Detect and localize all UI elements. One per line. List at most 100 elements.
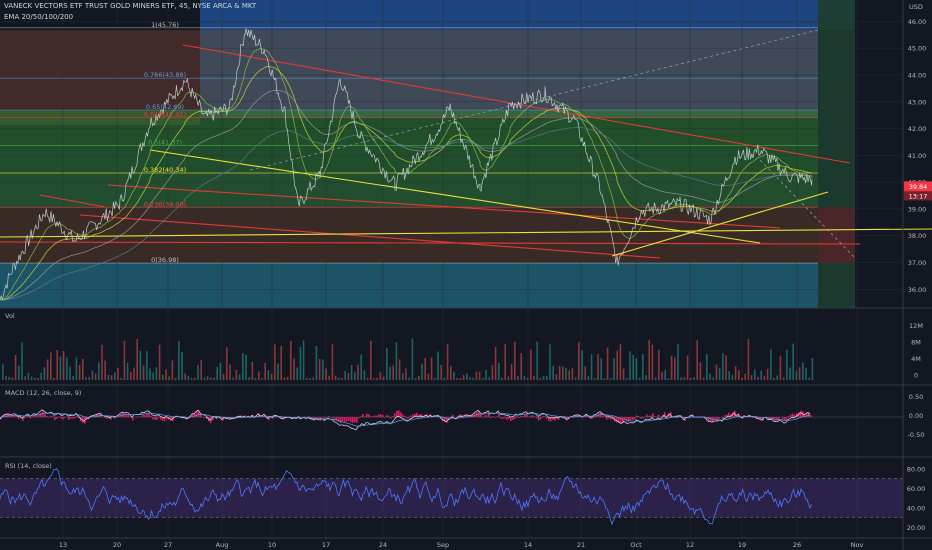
volume-bar (149, 368, 151, 380)
volume-bar (677, 343, 679, 380)
volume-bar (11, 377, 14, 380)
price-tick-label: 41.00 (908, 152, 927, 160)
volume-bar (418, 375, 420, 380)
volume-bar (98, 362, 100, 380)
fib-zone (0, 173, 818, 208)
volume-bar (411, 338, 414, 380)
x-tick-label: Oct (630, 541, 642, 549)
price-tick-label: 42.00 (908, 125, 927, 133)
volume-bar (232, 377, 234, 380)
volume-bar (261, 377, 263, 380)
vol-tick-label: 12M (909, 322, 923, 330)
volume-bar (462, 374, 465, 380)
volume-bar (37, 377, 39, 380)
price-tick-label: 39.00 (908, 205, 927, 213)
volume-bar (626, 377, 628, 380)
fib-zone (0, 117, 818, 146)
volume-bar (165, 369, 167, 380)
volume-bar (450, 366, 452, 380)
volume-bar (312, 377, 314, 380)
volume-bar (91, 370, 94, 380)
macd-histogram-bar (806, 412, 808, 418)
volume-bar (299, 346, 302, 380)
volume-bar (763, 375, 766, 380)
volume-bar (424, 358, 426, 380)
macd-histogram-bar (652, 413, 654, 418)
vol-pane-label[interactable]: Vol (5, 312, 15, 320)
chart-title: VANECK VECTORS ETF TRUST GOLD MINERS ETF… (4, 2, 257, 10)
right-red-zone (818, 207, 855, 263)
volume-bar (40, 372, 42, 380)
volume-bar (338, 377, 340, 380)
lower-teal-zone (0, 263, 818, 308)
volume-bar (683, 377, 686, 380)
volume-bar (194, 377, 196, 380)
volume-bar (574, 377, 577, 380)
volume-bar (562, 366, 564, 380)
volume-bar (379, 372, 382, 380)
chart-canvas[interactable]: USD 46.00 45.00 44.00 43.00 42.00 41.00 40.00 39… (0, 0, 932, 550)
rsi-pane-label[interactable]: RSI (14, close) (5, 462, 52, 470)
volume-bar (725, 355, 727, 380)
volume-bar (581, 350, 583, 380)
rsi-tick-label: 80.00 (907, 465, 926, 473)
x-tick-label: 13 (59, 541, 67, 549)
volume-bar (210, 377, 212, 380)
volume-bar (734, 366, 737, 380)
volume-bar (667, 377, 670, 380)
price-tick-label: 46.00 (908, 18, 927, 26)
x-tick-label: 19 (738, 541, 746, 549)
volume-bar (251, 361, 254, 380)
macd-histogram-bar (716, 417, 718, 420)
volume-bar (178, 341, 180, 380)
macd-histogram-bar (62, 417, 64, 420)
macd-histogram-bar (400, 412, 402, 418)
macd-histogram-bar (722, 417, 724, 420)
volume-bar (664, 369, 666, 380)
indicator-label[interactable]: EMA 20/50/100/200 (4, 13, 73, 21)
volume-bar (82, 358, 84, 380)
macd-histogram-bar (632, 417, 634, 420)
volume-bar (8, 377, 10, 380)
volume-bar (706, 353, 708, 380)
volume-bar (75, 357, 78, 380)
x-tick-label: 27 (164, 541, 172, 549)
volume-bar (136, 338, 138, 380)
volume-bar (184, 373, 186, 380)
x-tick-label: 20 (113, 541, 121, 549)
volume-bar (62, 351, 65, 380)
x-tick-label: 24 (379, 541, 387, 549)
volume-bar (101, 344, 103, 380)
volume-bar (235, 370, 238, 380)
volume-bar (798, 367, 801, 380)
volume-bar (654, 377, 657, 380)
fib-label: 0.236(39.06) (144, 200, 186, 208)
volume-bar (341, 377, 343, 380)
volume-bar (306, 377, 308, 380)
volume-bar (123, 340, 126, 380)
volume-bar (130, 371, 132, 380)
volume-bar (238, 374, 241, 380)
volume-bar (811, 358, 814, 380)
volume-bar (770, 349, 772, 380)
volume-bar (5, 376, 7, 380)
volume-bar (507, 376, 510, 380)
macd-histogram-bar (68, 417, 70, 420)
volume-bar (558, 366, 561, 380)
volume-bar (72, 375, 74, 380)
x-tick-label: 26 (793, 541, 801, 549)
volume-bar (174, 377, 177, 380)
volume-bar (501, 377, 503, 380)
volume-bar (152, 372, 154, 380)
macd-tick-label: 0.50 (909, 393, 923, 401)
volume-bar (622, 368, 625, 380)
volume-bar (587, 376, 590, 380)
volume-bar (533, 375, 535, 380)
volume-bar (568, 370, 570, 380)
volume-bar (382, 376, 385, 380)
volume-bar (245, 354, 247, 380)
rsi-tick-label: 40.00 (907, 504, 926, 512)
macd-pane-label[interactable]: MACD (12, 26, close, 9) (5, 389, 81, 397)
vol-tick-label: 0 (914, 372, 918, 380)
macd-histogram-bar (776, 417, 778, 421)
